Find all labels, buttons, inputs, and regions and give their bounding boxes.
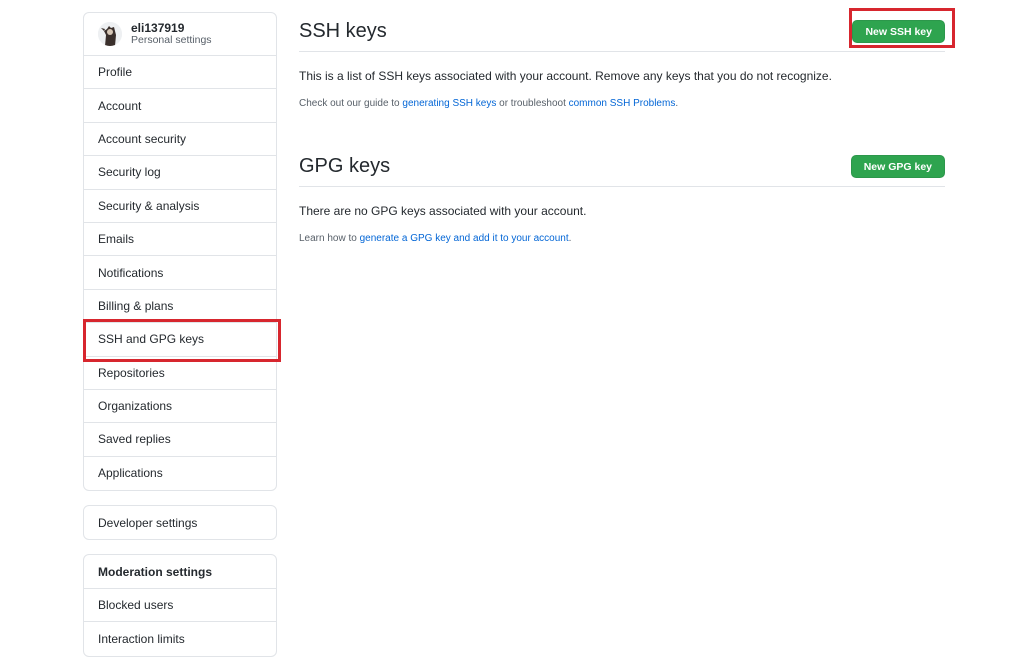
- ssh-keys-title: SSH keys: [299, 20, 387, 42]
- sidebar-item-repositories[interactable]: Repositories: [84, 357, 276, 390]
- sidebar-item-organizations[interactable]: Organizations: [84, 390, 276, 424]
- sidebar-item-ssh-gpg-keys[interactable]: SSH and GPG keys: [84, 323, 276, 357]
- gpg-learn-text: Learn how to generate a GPG key and add …: [299, 233, 945, 244]
- gpg-learn-prefix: Learn how to: [299, 233, 360, 244]
- ssh-keys-description: This is a list of SSH keys associated wi…: [299, 69, 832, 83]
- gpg-learn-suffix: .: [568, 233, 572, 244]
- ssh-guide-prefix: Check out our guide to: [299, 98, 403, 109]
- sidebar-item-developer-settings[interactable]: Developer settings: [84, 506, 276, 539]
- settings-sidebar: eli137919 Personal settings Profile Acco…: [83, 12, 277, 657]
- sidebar-item-interaction-limits[interactable]: Interaction limits: [84, 622, 276, 655]
- main-content: SSH keys New SSH key This is a list of S…: [299, 12, 945, 244]
- user-info: eli137919 Personal settings: [131, 22, 212, 46]
- generating-ssh-keys-link[interactable]: generating SSH keys: [402, 98, 496, 109]
- user-subtitle: Personal settings: [131, 34, 212, 46]
- sidebar-item-account-security[interactable]: Account security: [84, 123, 276, 157]
- personal-settings-menu: eli137919 Personal settings Profile Acco…: [83, 12, 277, 492]
- username: eli137919: [131, 21, 185, 35]
- sidebar-item-security-analysis[interactable]: Security & analysis: [84, 190, 276, 223]
- sidebar-item-notifications[interactable]: Notifications: [84, 256, 276, 290]
- sidebar-item-emails[interactable]: Emails: [84, 223, 276, 257]
- gpg-keys-title: GPG keys: [299, 155, 391, 177]
- moderation-heading: Moderation settings: [84, 555, 276, 589]
- moderation-settings-menu: Moderation settings Blocked users Intera…: [83, 554, 277, 657]
- developer-settings-menu: Developer settings: [83, 505, 277, 541]
- sidebar-item-profile[interactable]: Profile: [84, 56, 276, 90]
- ssh-guide-suffix: .: [675, 98, 679, 109]
- sidebar-item-account[interactable]: Account: [84, 89, 276, 123]
- ssh-guide-text: Check out our guide to generating SSH ke…: [299, 98, 945, 109]
- gpg-keys-header: GPG keys New GPG key: [299, 147, 945, 187]
- user-header[interactable]: eli137919 Personal settings: [84, 13, 276, 56]
- common-ssh-problems-link[interactable]: common SSH Problems: [569, 98, 676, 109]
- gpg-keys-section: GPG keys New GPG key There are no GPG ke…: [299, 147, 945, 244]
- sidebar-item-saved-replies[interactable]: Saved replies: [84, 423, 276, 457]
- sidebar-item-security-log[interactable]: Security log: [84, 156, 276, 190]
- generate-gpg-key-link[interactable]: generate a GPG key and add it to your ac…: [360, 233, 569, 244]
- new-gpg-key-button[interactable]: New GPG key: [850, 155, 945, 178]
- sidebar-item-applications[interactable]: Applications: [84, 457, 276, 490]
- ssh-keys-header: SSH keys New SSH key: [299, 12, 945, 52]
- gpg-keys-description: There are no GPG keys associated with yo…: [299, 204, 587, 218]
- sidebar-item-blocked-users[interactable]: Blocked users: [84, 589, 276, 623]
- sidebar-item-billing[interactable]: Billing & plans: [84, 290, 276, 324]
- ssh-keys-section: SSH keys New SSH key This is a list of S…: [299, 12, 945, 109]
- new-ssh-key-button[interactable]: New SSH key: [852, 20, 945, 43]
- ssh-guide-middle: or troubleshoot: [496, 98, 569, 109]
- avatar: [98, 22, 122, 46]
